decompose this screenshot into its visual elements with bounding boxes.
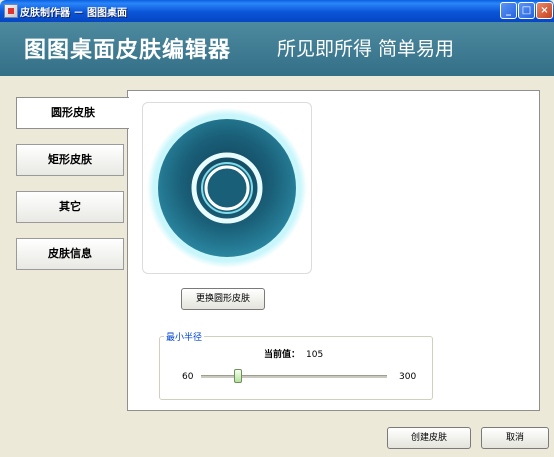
skin-panel: 更换圆形皮肤 最小半径 当前值： 105 60 300: [127, 90, 540, 411]
current-value-row: 当前值： 105: [264, 347, 323, 360]
tab-round-skin[interactable]: 圆形皮肤: [16, 97, 129, 129]
radius-slider-thumb[interactable]: [234, 369, 243, 383]
title-bar: 皮肤制作器 － 图图桌面 _ □ ×: [0, 0, 554, 22]
create-skin-button[interactable]: 创建皮肤: [387, 427, 471, 449]
tab-label: 矩形皮肤: [48, 153, 92, 166]
maximize-button[interactable]: □: [518, 2, 535, 19]
tab-label: 皮肤信息: [48, 247, 92, 260]
maximize-icon: □: [521, 5, 532, 16]
min-radius-group: 最小半径 当前值： 105 60 300: [159, 330, 433, 400]
current-value: 105: [306, 350, 324, 360]
header-banner: 图图桌面皮肤编辑器 所见即所得 简单易用: [0, 22, 554, 76]
tab-label: 其它: [59, 200, 81, 213]
app-icon: [4, 4, 18, 18]
skin-preview: [142, 102, 312, 274]
group-title: 最小半径: [164, 330, 205, 343]
close-icon: ×: [540, 5, 549, 16]
tab-rect-skin[interactable]: 矩形皮肤: [16, 144, 124, 176]
slider-max-label: 300: [399, 372, 417, 382]
change-skin-button[interactable]: 更换圆形皮肤: [181, 288, 265, 310]
minimize-icon: _: [506, 5, 511, 16]
banner-title: 图图桌面皮肤编辑器: [24, 38, 232, 63]
slider-min-label: 60: [182, 372, 194, 382]
cancel-button[interactable]: 取消: [481, 427, 549, 449]
close-button[interactable]: ×: [536, 2, 553, 19]
banner-slogan: 所见即所得 简单易用: [277, 38, 455, 60]
radius-slider-track[interactable]: [201, 375, 387, 379]
minimize-button[interactable]: _: [500, 2, 517, 19]
tab-other[interactable]: 其它: [16, 191, 124, 223]
tab-skin-info[interactable]: 皮肤信息: [16, 238, 124, 270]
disc-skin-image: [147, 108, 307, 268]
tab-label: 圆形皮肤: [51, 106, 95, 119]
current-value-label: 当前值：: [264, 350, 301, 360]
window-title: 皮肤制作器 － 图图桌面: [20, 8, 127, 19]
